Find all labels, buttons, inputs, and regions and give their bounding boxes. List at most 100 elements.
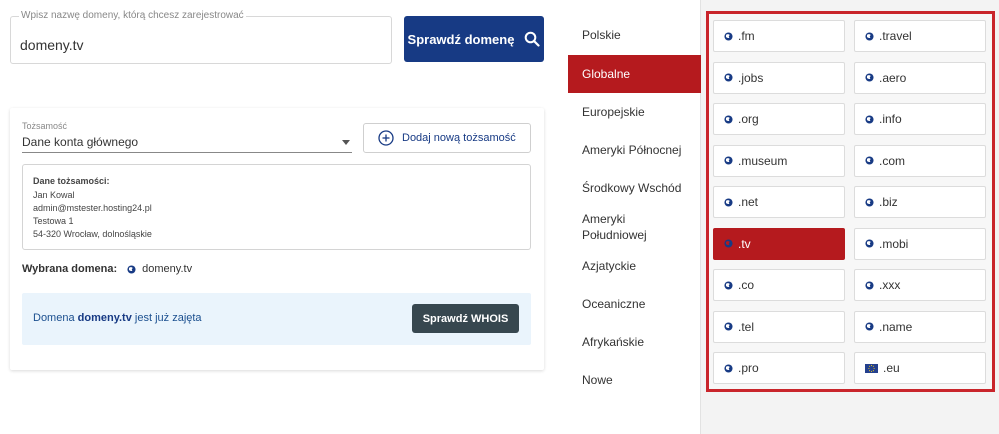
region-item[interactable]: Ameryki Północnej bbox=[568, 131, 701, 169]
globe-icon bbox=[865, 280, 874, 290]
tld-option-label: .aero bbox=[879, 70, 907, 85]
check-whois-button[interactable]: Sprawdź WHOIS bbox=[412, 304, 519, 333]
region-item-label: Afrykańskie bbox=[582, 335, 645, 349]
tld-option-label: .fm bbox=[738, 29, 755, 43]
tld-option-label: .xxx bbox=[879, 278, 901, 292]
globe-icon bbox=[865, 322, 874, 331]
tld-option[interactable]: .eu bbox=[854, 352, 986, 384]
region-item[interactable]: Ameryki Południowej bbox=[568, 207, 701, 247]
region-item-label: Ameryki Północnej bbox=[582, 143, 682, 157]
tld-option-label: .pro bbox=[738, 361, 759, 375]
plus-circle-icon bbox=[378, 130, 394, 146]
globe-icon bbox=[724, 156, 733, 165]
region-item[interactable]: Azjatyckie bbox=[568, 247, 701, 285]
tld-option-label: .com bbox=[879, 153, 906, 168]
region-item-label: Azjatyckie bbox=[582, 259, 637, 273]
identity-details-line: Jan Kowal bbox=[33, 190, 75, 200]
globe-icon bbox=[724, 73, 733, 82]
globe-icon bbox=[724, 239, 733, 248]
add-identity-button[interactable]: Dodaj nową tożsamość bbox=[363, 123, 531, 153]
check-domain-button-label: Sprawdź domenę bbox=[407, 31, 515, 47]
tld-option[interactable]: .jobs bbox=[713, 61, 845, 94]
tld-option[interactable]: .aero bbox=[854, 61, 986, 94]
domain-registration-page: Wpisz nazwę domeny, którą chcesz zarejes… bbox=[0, 0, 999, 434]
tld-option-label: .org bbox=[738, 112, 759, 126]
region-item-label: Oceaniczne bbox=[582, 297, 646, 311]
alert-suffix: jest już zajęta bbox=[134, 312, 202, 324]
region-item[interactable]: Środkowy Wschód bbox=[568, 169, 701, 207]
tld-option[interactable]: .museum bbox=[713, 144, 845, 177]
tld-grid: .fm .travel .jobs .aero .org .info .museum .com… bbox=[706, 11, 995, 392]
globe-icon bbox=[865, 73, 874, 82]
tld-option-label: .mobi bbox=[879, 236, 909, 251]
tld-option[interactable]: .travel bbox=[854, 20, 986, 52]
identity-select[interactable]: Dane konta głównego bbox=[22, 132, 352, 153]
chosen-domain-label: Wybrana domena: bbox=[22, 263, 118, 275]
globe-icon bbox=[865, 31, 874, 41]
tld-option-label: .name bbox=[879, 319, 913, 334]
tld-option-label: .museum bbox=[738, 153, 788, 168]
add-identity-button-label: Dodaj nową tożsamość bbox=[402, 132, 516, 144]
tld-option-label: .net bbox=[738, 195, 759, 209]
region-item[interactable]: Nowe bbox=[568, 361, 701, 399]
tld-option-label: .biz bbox=[879, 195, 898, 209]
identity-details-box: Dane tożsamości: Jan Kowal admin@msteste… bbox=[22, 164, 531, 250]
tld-option-label: .jobs bbox=[738, 70, 764, 85]
tld-option-label: .travel bbox=[879, 29, 912, 43]
check-domain-button[interactable]: Sprawdź domenę bbox=[404, 16, 544, 62]
tld-option[interactable]: .name bbox=[854, 310, 986, 343]
tld-option[interactable]: .fm bbox=[713, 20, 845, 52]
globe-icon bbox=[724, 114, 733, 124]
tld-option[interactable]: .info bbox=[854, 103, 986, 135]
region-item[interactable]: Polskie bbox=[568, 17, 701, 53]
search-icon bbox=[525, 31, 541, 47]
eu-flag-icon bbox=[865, 363, 878, 373]
chosen-domain-value: domeny.tv bbox=[142, 263, 193, 275]
tld-option[interactable]: .co bbox=[713, 269, 845, 301]
identity-details-line: Testowa 1 bbox=[33, 216, 74, 226]
globe-icon bbox=[127, 264, 136, 274]
region-item[interactable]: Globalne bbox=[568, 55, 701, 93]
identity-label: Tożsamość bbox=[22, 121, 68, 131]
identity-details-line: 54-320 Wrocław, dolnośląskie bbox=[33, 229, 152, 239]
tld-option[interactable]: .com bbox=[854, 144, 986, 177]
region-item-label: Ameryki Południowej bbox=[582, 212, 647, 242]
alert-domain: domeny.tv bbox=[77, 312, 132, 324]
alert-prefix: Domena bbox=[33, 312, 75, 324]
region-item[interactable]: Oceaniczne bbox=[568, 285, 701, 323]
dropdown-arrow-icon bbox=[342, 140, 350, 145]
identity-select-value: Dane konta głównego bbox=[22, 135, 139, 149]
domain-search-label: Wpisz nazwę domeny, którą chcesz zarejes… bbox=[19, 10, 246, 21]
chosen-domain: Wybrana domena: domeny.tv bbox=[22, 263, 192, 275]
globe-icon bbox=[724, 322, 733, 331]
tld-option[interactable]: .pro bbox=[713, 352, 845, 384]
identity-card: Tożsamość Dane konta głównego Dodaj nową… bbox=[10, 108, 544, 370]
domain-taken-alert: Domena domeny.tv jest już zajęta Sprawdź… bbox=[22, 293, 531, 345]
tld-option[interactable]: .xxx bbox=[854, 269, 986, 301]
region-item-label: Polskie bbox=[582, 28, 621, 42]
tld-option[interactable]: .tv bbox=[713, 227, 845, 260]
region-item-label: Europejskie bbox=[582, 105, 645, 119]
tld-option-label: .tel bbox=[738, 319, 755, 334]
tld-option-label: .co bbox=[738, 278, 755, 292]
region-item-label: Nowe bbox=[582, 373, 613, 387]
globe-icon bbox=[865, 239, 874, 248]
globe-icon bbox=[865, 114, 874, 124]
tld-option[interactable]: .net bbox=[713, 186, 845, 218]
globe-icon bbox=[724, 363, 733, 373]
domain-search-input[interactable]: Wpisz nazwę domeny, którą chcesz zarejes… bbox=[10, 10, 392, 64]
tld-option-label: .eu bbox=[883, 361, 900, 375]
tld-option[interactable]: .org bbox=[713, 103, 845, 135]
region-list: Polskie Globalne Europejskie Ameryki Północ… bbox=[568, 0, 701, 434]
region-item[interactable]: Afrykańskie bbox=[568, 323, 701, 361]
tld-option[interactable]: .mobi bbox=[854, 227, 986, 260]
region-item[interactable]: Europejskie bbox=[568, 93, 701, 131]
tld-option[interactable]: .biz bbox=[854, 186, 986, 218]
region-item-label: Globalne bbox=[582, 67, 631, 81]
globe-icon bbox=[724, 280, 733, 290]
tld-option-label: .tv bbox=[738, 236, 751, 251]
identity-details-line: admin@mstester.hosting24.pl bbox=[33, 203, 152, 213]
tld-option[interactable]: .tel bbox=[713, 310, 845, 343]
identity-details-title: Dane tożsamości: bbox=[33, 176, 110, 186]
domain-taken-message: Domena domeny.tv jest już zajęta bbox=[33, 312, 202, 324]
